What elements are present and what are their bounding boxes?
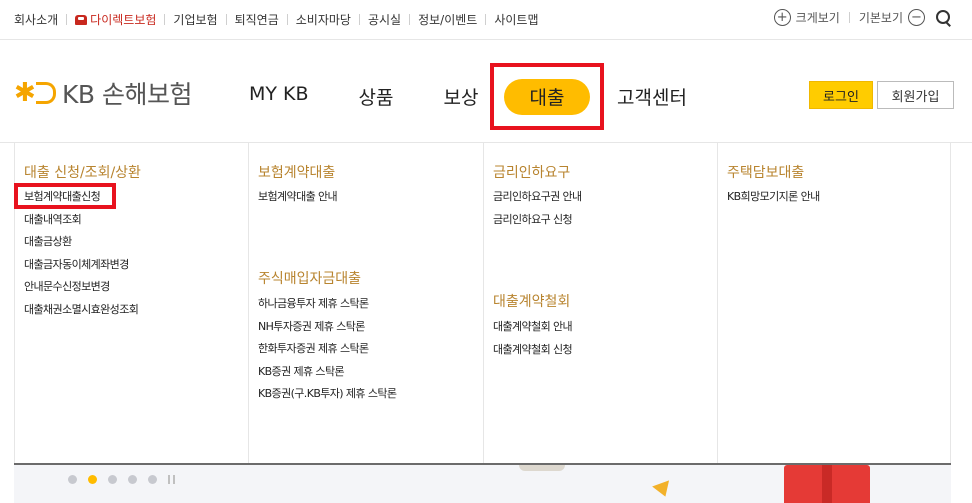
- carousel-dot[interactable]: [68, 475, 77, 484]
- menu-list-policy-loan: 보험계약대출 안내: [258, 188, 338, 211]
- utility-links: 회사소개 다이렉트보험 기업보험 퇴직연금 소비자마당 공시실 정보/이벤트 사…: [14, 11, 539, 28]
- link-events[interactable]: 정보/이벤트: [418, 11, 477, 28]
- search-icon[interactable]: [935, 9, 952, 26]
- nav-customer-center[interactable]: 고객센터: [617, 83, 687, 110]
- group-title-withdrawal: 대출계약철회: [493, 294, 571, 310]
- menu-item[interactable]: KB증권 제휴 스탁론: [258, 363, 396, 386]
- banner-strip: [14, 463, 951, 503]
- carousel-dot[interactable]: [148, 475, 157, 484]
- menu-item[interactable]: 금리인하요구 신청: [493, 211, 582, 234]
- menu-item[interactable]: NH투자증권 제휴 스탁론: [258, 318, 396, 341]
- menu-item[interactable]: 보험계약대출 안내: [258, 188, 338, 211]
- menu-list-withdrawal: 대출계약철회 안내 대출계약철회 신청: [493, 318, 573, 364]
- main-nav: MY KB 상품 보상 대출 고객센터: [249, 63, 687, 130]
- link-corporate[interactable]: 기업보험: [173, 11, 217, 28]
- divider: [409, 14, 411, 25]
- pause-icon[interactable]: [168, 475, 175, 484]
- banner-decoration: [519, 465, 565, 471]
- zoom-default-label[interactable]: 기본보기: [859, 9, 903, 26]
- menu-item[interactable]: 대출채권소멸시효완성조회: [24, 301, 139, 324]
- group-title-stock-loan: 주식매입자금대출: [258, 271, 362, 287]
- logo-icon: ✱: [14, 78, 58, 108]
- nav-my-kb[interactable]: MY KB: [249, 83, 309, 110]
- menu-item[interactable]: 금리인하요구권 안내: [493, 188, 582, 211]
- link-direct-insurance[interactable]: 다이렉트보험: [75, 11, 156, 28]
- carousel-indicators: [68, 475, 175, 484]
- link-company[interactable]: 회사소개: [14, 11, 58, 28]
- menu-item[interactable]: KB증권(구.KB투자) 제휴 스탁론: [258, 385, 397, 408]
- group-title-apply: 대출 신청/조회/상환: [24, 165, 141, 181]
- menu-item[interactable]: KB희망모기지론 안내: [727, 188, 820, 211]
- divider: [848, 12, 850, 23]
- zoom-in-icon[interactable]: +: [773, 9, 791, 26]
- menu-column-rate-cut: 금리인하요구 금리인하요구권 안내 금리인하요구 신청 대출계약철회 대출계약철…: [484, 143, 718, 464]
- group-title-policy-loan: 보험계약대출: [258, 165, 336, 181]
- menu-item[interactable]: 대출금자동이체계좌변경: [24, 256, 138, 279]
- menu-item[interactable]: 대출계약철회 안내: [493, 318, 573, 341]
- menu-item[interactable]: 보험계약대출신청: [24, 188, 138, 211]
- menu-item[interactable]: 대출금상환: [24, 233, 138, 256]
- menu-item[interactable]: 한화투자증권 제휴 스탁론: [258, 340, 396, 363]
- divider: [164, 14, 166, 25]
- zoom-in-label[interactable]: 크게보기: [796, 9, 840, 26]
- nav-loan-highlight: 대출: [490, 63, 604, 130]
- logo[interactable]: ✱ KB 손해보험: [14, 75, 193, 111]
- menu-item[interactable]: 안내문수신정보변경: [24, 278, 138, 301]
- nav-loan[interactable]: 대출: [504, 78, 590, 115]
- menu-column-apply: 대출 신청/조회/상환 보험계약대출신청 대출내역조회 대출금상환 대출금자동이…: [14, 143, 249, 464]
- banner-decoration: [652, 480, 674, 500]
- link-sitemap[interactable]: 사이트맵: [494, 11, 538, 28]
- menu-item[interactable]: 대출계약철회 신청: [493, 341, 573, 364]
- menu-list-stock-loan: 하나금융투자 제휴 스탁론 NH투자증권 제휴 스탁론 한화투자증권 제휴 스탁…: [258, 295, 397, 408]
- gift-image: [784, 465, 870, 503]
- loan-mega-menu: 대출 신청/조회/상환 보험계약대출신청 대출내역조회 대출금상환 대출금자동이…: [14, 143, 951, 464]
- divider: [225, 14, 227, 25]
- menu-item[interactable]: 대출내역조회: [24, 211, 138, 234]
- link-disclosure[interactable]: 공시실: [368, 11, 401, 28]
- link-direct-label: 다이렉트보험: [90, 13, 157, 27]
- carousel-dot-active[interactable]: [88, 475, 97, 484]
- divider: [286, 14, 288, 25]
- auth-buttons: 로그인 회원가입: [809, 81, 954, 109]
- group-title-mortgage: 주택담보대출: [727, 165, 805, 181]
- menu-list-mortgage: KB희망모기지론 안내: [727, 188, 820, 211]
- utility-bar: 회사소개 다이렉트보험 기업보험 퇴직연금 소비자마당 공시실 정보/이벤트 사…: [0, 0, 972, 40]
- link-consumer[interactable]: 소비자마당: [296, 11, 351, 28]
- menu-column-policy-loan: 보험계약대출 보험계약대출 안내 주식매입자금대출 하나금융투자 제휴 스탁론 …: [249, 143, 484, 464]
- menu-column-mortgage: 주택담보대출 KB희망모기지론 안내: [718, 143, 952, 464]
- nav-claims[interactable]: 보상: [444, 83, 479, 110]
- car-icon: [75, 14, 88, 25]
- carousel-dot[interactable]: [128, 475, 137, 484]
- join-button[interactable]: 회원가입: [877, 81, 954, 109]
- zoom-out-icon[interactable]: −: [908, 9, 925, 26]
- group-title-rate-cut: 금리인하요구: [493, 165, 571, 181]
- menu-list-apply: 보험계약대출신청 대출내역조회 대출금상환 대출금자동이체계좌변경 안내문수신정…: [24, 188, 139, 324]
- login-button[interactable]: 로그인: [809, 81, 873, 109]
- carousel-dot[interactable]: [108, 475, 117, 484]
- menu-item[interactable]: 하나금융투자 제휴 스탁론: [258, 295, 396, 318]
- menu-list-rate-cut: 금리인하요구권 안내 금리인하요구 신청: [493, 188, 582, 233]
- divider: [66, 14, 68, 25]
- nav-products[interactable]: 상품: [359, 83, 394, 110]
- logo-text: KB 손해보험: [62, 80, 193, 109]
- zoom-controls: + 크게보기 기본보기 −: [773, 9, 952, 26]
- link-pension[interactable]: 퇴직연금: [235, 11, 279, 28]
- divider: [485, 14, 487, 25]
- divider: [358, 14, 360, 25]
- header: ✱ KB 손해보험 MY KB 상품 보상 대출 고객센터 로그인 회원가입: [0, 41, 972, 143]
